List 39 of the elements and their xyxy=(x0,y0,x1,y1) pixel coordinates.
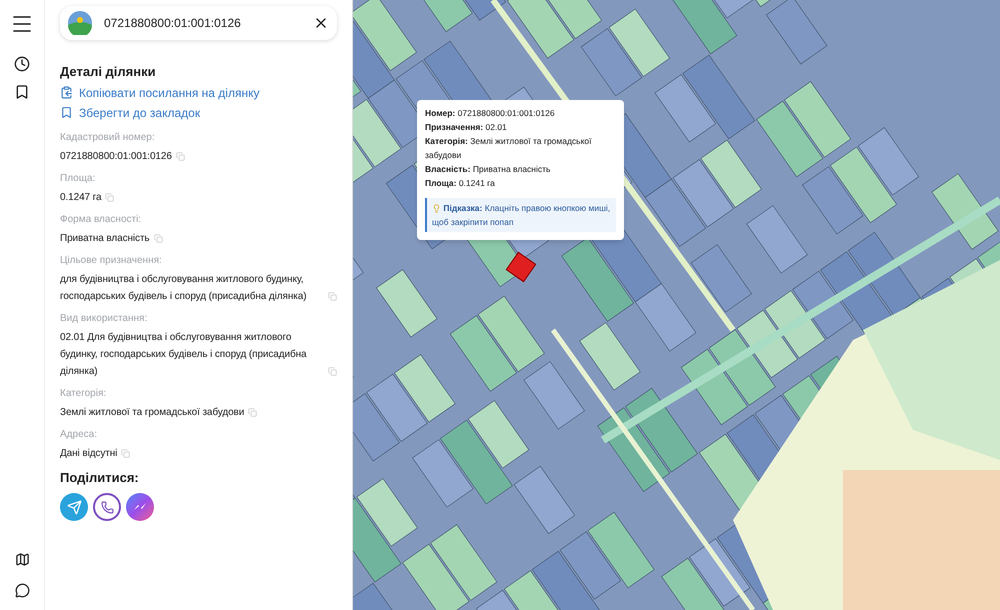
field-value: 0721880800:01:001:0126 xyxy=(60,150,172,164)
field-value: Землі житлової та громадської забудови xyxy=(60,406,244,420)
field-value: для будівництва і обслуговування житлового будинку, господарських будівель і споруд (присадибна ділянка) xyxy=(60,272,308,304)
paper-plane-icon xyxy=(66,500,82,514)
details-title: Деталі ділянки xyxy=(60,63,157,81)
map-button[interactable] xyxy=(14,552,30,567)
phone-icon xyxy=(100,500,114,514)
bookmark-icon xyxy=(60,106,73,119)
field-label: Категорія: xyxy=(60,386,108,400)
copy-link-link[interactable]: Копіювати посилання на ділянку xyxy=(60,84,337,102)
lightbulb-icon xyxy=(432,204,441,214)
popup-row-text: Призначення: 02.01 xyxy=(425,121,508,134)
popup-row-text: Номер: 0721880800:01:001:0126 xyxy=(425,107,556,120)
field-label: Площа: xyxy=(60,172,96,186)
viber-share-button[interactable] xyxy=(93,493,121,521)
hint-text: Підказка: Клацніть правою кнопкою миші, щоб закріпити попап xyxy=(432,203,610,227)
field-label: Кадастровий номер: xyxy=(60,130,156,144)
search-field[interactable]: 0721880800:01:001:0126 xyxy=(60,6,337,40)
bookmark-link[interactable]: Зберегти до закладок xyxy=(60,104,337,122)
search-input[interactable]: 0721880800:01:001:0126 xyxy=(104,14,301,32)
popup-row-text: Власність: Приватна власність xyxy=(425,163,552,176)
popup-row-text: Площа: 0.1241 га xyxy=(425,177,496,190)
chat-button[interactable] xyxy=(14,583,30,598)
bookmarks-button[interactable] xyxy=(14,84,30,100)
field-value: 0.1247 га xyxy=(60,190,102,204)
popup-row-text: Категорія: Землі житлової та громадської забудови xyxy=(425,135,593,162)
field-label: Адреса: xyxy=(60,428,98,442)
field-label: Форма власності: xyxy=(60,212,142,226)
field-label: Цільове призначення: xyxy=(60,254,163,268)
history-button[interactable] xyxy=(14,56,30,72)
clipboard-icon xyxy=(60,86,73,99)
field-value: Приватна власність xyxy=(60,232,150,246)
messenger-share-button[interactable] xyxy=(126,493,154,521)
field-label: Вид використання: xyxy=(60,312,148,326)
share-title: Поділитися: xyxy=(60,468,140,487)
app-logo-icon xyxy=(68,11,92,35)
telegram-share-button[interactable] xyxy=(60,493,88,521)
field-value: 02.01 Для будівництва і обслуговування житлового будинку, господарських будівель і споруд (присадибна ділянка) xyxy=(60,330,308,378)
field-value: Дані відсутні xyxy=(60,446,118,460)
